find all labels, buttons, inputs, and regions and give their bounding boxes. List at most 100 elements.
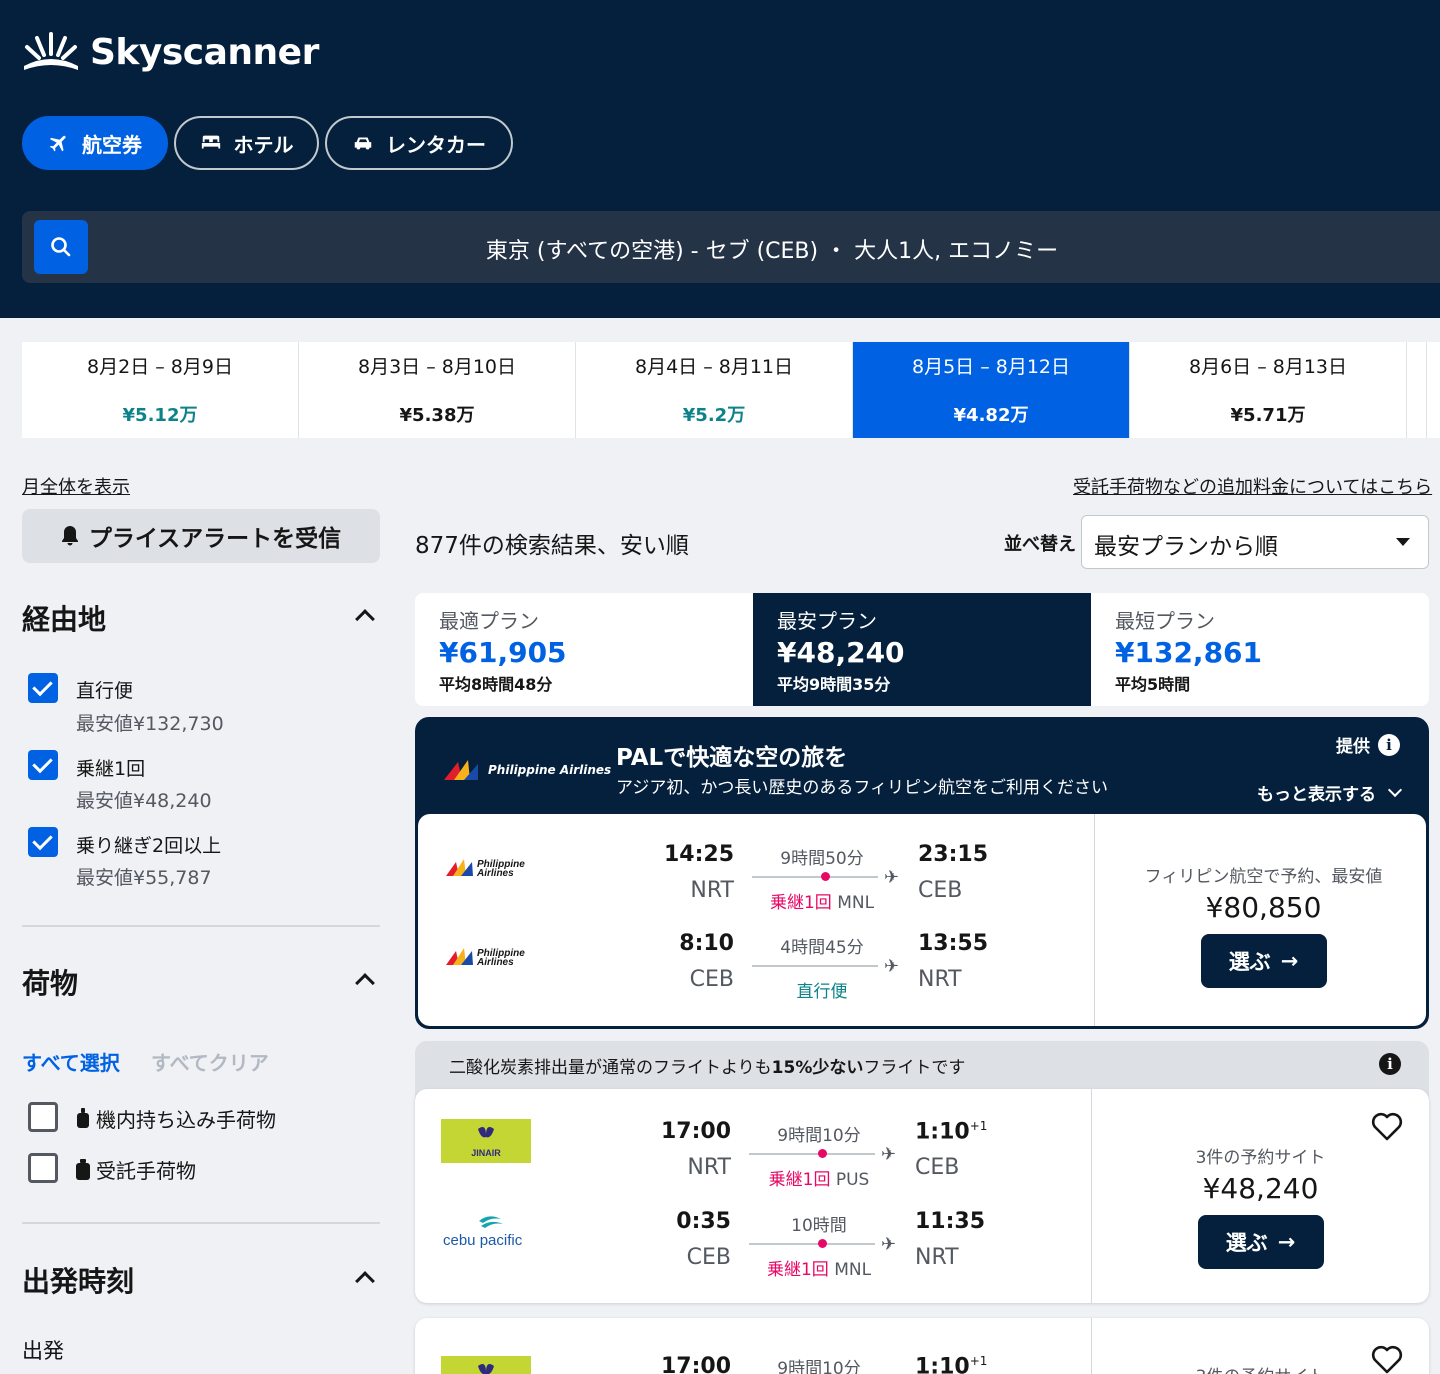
date-option[interactable]: 8月6日 – 8月13日 ¥5.71万 xyxy=(1130,342,1407,438)
arrival-time: 11:35 xyxy=(915,1209,985,1234)
arrival-airport: NRT xyxy=(918,967,962,992)
extra-fees-link[interactable]: 受託手荷物などの追加料金についてはこちら xyxy=(1073,473,1432,499)
date-option-partial[interactable] xyxy=(1407,342,1427,438)
chevron-up-icon[interactable] xyxy=(355,609,375,629)
arrival-time: 13:55 xyxy=(918,931,988,956)
deal-text: フィリピン航空で予約、最安値 xyxy=(1144,867,1383,887)
ad-show-more-label: もっと表示する xyxy=(1257,785,1376,805)
heart-icon[interactable] xyxy=(1371,1111,1403,1141)
arrival-airport: NRT xyxy=(915,1245,959,1270)
skyscanner-logo[interactable]: Skyscanner xyxy=(22,30,319,74)
flight-duration: 9時間50分 xyxy=(780,849,864,869)
checkbox-cabin-bag[interactable] xyxy=(28,1102,58,1132)
select-all-link[interactable]: すべて選択 xyxy=(22,1047,120,1076)
cabin-bag-icon xyxy=(77,1107,89,1128)
departure-time: 17:00 xyxy=(660,1119,731,1144)
heart-icon[interactable] xyxy=(1371,1344,1403,1374)
ad-airline-name: Philippine Airlines xyxy=(488,763,612,777)
checkbox-two-plus-stops[interactable] xyxy=(28,827,58,857)
airline-logo: Philippine Airlines xyxy=(444,854,534,882)
flight-result-card[interactable]: JINAIR 17:00 NRT 9時間10分 ✈ 乗継1回 PUS 1:10+… xyxy=(415,1089,1429,1303)
checked-bag-option: 受託手荷物 xyxy=(76,1155,196,1184)
stop-option-price: 最安値¥55,787 xyxy=(76,867,212,889)
tab-hotels[interactable]: ホテル xyxy=(174,116,319,170)
stop-option-label: 直行便 xyxy=(76,680,134,702)
departure-sub-label: 出発 xyxy=(22,1339,64,1363)
summary-price: ¥61,905 xyxy=(439,636,567,669)
checkbox-checked-bag[interactable] xyxy=(28,1153,58,1183)
flight-leg-return: Philippine Airlines 8:10 CEB 4時間45分 ✈ 直行… xyxy=(418,931,1094,1011)
jinair-logo xyxy=(441,1356,531,1374)
departure-time: 0:35 xyxy=(676,1209,731,1234)
chevron-up-icon[interactable] xyxy=(355,973,375,993)
eco-text-after: フライトです xyxy=(863,1058,966,1078)
svg-text:Airlines: Airlines xyxy=(476,957,514,967)
clear-all-link[interactable]: すべてクリア xyxy=(151,1047,269,1076)
route-line xyxy=(752,876,878,878)
stop-option-price: 最安値¥132,730 xyxy=(76,713,224,735)
flight-result-card[interactable]: 17:00 9時間10分 1:10+1 3件の予約サイト xyxy=(415,1318,1429,1374)
checkbox-one-stop[interactable] xyxy=(28,750,58,780)
select-button[interactable]: 選ぶ → xyxy=(1200,934,1327,988)
info-icon: i xyxy=(1378,733,1400,756)
date-range: 8月2日 – 8月9日 xyxy=(87,356,233,378)
price-column: 3件の予約サイト ¥48,240 選ぶ → xyxy=(1091,1089,1429,1303)
bell-icon xyxy=(61,526,78,546)
sidebar-divider xyxy=(22,1222,380,1224)
arrival-time-value: 11:35 xyxy=(915,1209,986,1234)
date-option[interactable]: 8月4日 – 8月11日 ¥5.2万 xyxy=(576,342,853,438)
tab-flights[interactable]: 航空券 xyxy=(22,116,168,170)
stop-airport: MNL xyxy=(834,1260,872,1280)
show-whole-month-link[interactable]: 月全体を表示 xyxy=(22,473,130,499)
tab-cheapest[interactable]: 最安プラン ¥48,240 平均9時間35分 xyxy=(753,593,1091,706)
date-option[interactable]: 8月2日 – 8月9日 ¥5.12万 xyxy=(22,342,299,438)
info-icon[interactable]: i xyxy=(1379,1053,1401,1075)
svg-text:cebu pacific: cebu pacific xyxy=(443,1232,523,1249)
date-range: 8月4日 – 8月11日 xyxy=(634,356,794,378)
sort-select[interactable]: 最安プランから順 xyxy=(1081,515,1429,569)
tab-car-hire[interactable]: レンタカー xyxy=(325,116,513,170)
stop-option-label: 乗継1回 xyxy=(76,758,146,780)
stops-info: 乗継1回 PUS xyxy=(749,1165,889,1190)
date-price: ¥4.82万 xyxy=(953,405,1029,426)
deal-price: ¥48,240 xyxy=(1202,1172,1319,1205)
stop-dot xyxy=(821,872,830,881)
flight-duration: 4時間45分 xyxy=(780,938,864,958)
summary-duration: 平均9時間35分 xyxy=(777,675,891,694)
ad-provided-label: 提供 xyxy=(1336,737,1370,757)
flight-leg-outbound: Philippine Airlines 14:25 NRT 9時間50分 ✈ 乗… xyxy=(418,842,1094,922)
arrival-time-value: 1:10 xyxy=(915,1119,970,1145)
arrival-airport: CEB xyxy=(918,878,963,903)
tab-hotels-label: ホテル xyxy=(233,132,294,157)
price-column: 3件の予約サイト xyxy=(1091,1318,1429,1374)
tab-best[interactable]: 最適プラン ¥61,905 平均8時間48分 xyxy=(415,593,753,706)
checkbox-direct[interactable] xyxy=(28,673,58,703)
ad-provided-by[interactable]: 提供 i xyxy=(1336,732,1400,757)
ad-show-more[interactable]: もっと表示する xyxy=(1257,780,1403,805)
departure-time: 8:10 xyxy=(679,931,734,956)
stop-option-label: 乗り継ぎ2回以上 xyxy=(76,835,222,857)
tab-flights-label: 航空券 xyxy=(82,132,142,157)
philippine-airlines-logo: Philippine Airlines xyxy=(444,758,611,782)
ad-subtitle: アジア初、かつ長い歴史のあるフィリピン航空をご利用ください xyxy=(616,778,1108,798)
deal-text: 3件の予約サイト xyxy=(1195,1148,1326,1168)
plane-icon: ✈ xyxy=(884,956,900,977)
flight-duration: 9時間10分 xyxy=(777,1359,861,1374)
date-option[interactable]: 8月3日 – 8月10日 ¥5.38万 xyxy=(299,342,576,438)
sort-summary-tabs: 最適プラン ¥61,905 平均8時間48分 最安プラン ¥48,240 平均9… xyxy=(415,593,1429,706)
route-line xyxy=(749,1153,875,1155)
date-option-selected[interactable]: 8月5日 – 8月12日 ¥4.82万 xyxy=(853,342,1130,438)
svg-text:Airlines: Airlines xyxy=(476,868,514,878)
chevron-up-icon[interactable] xyxy=(355,1271,375,1291)
date-range: 8月5日 – 8月12日 xyxy=(911,356,1071,378)
ad-flight-body[interactable]: Philippine Airlines 14:25 NRT 9時間50分 ✈ 乗… xyxy=(418,814,1426,1026)
arrival-time-value: 13:55 xyxy=(918,931,989,956)
select-button[interactable]: 選ぶ → xyxy=(1197,1215,1324,1269)
results-count: 877件の検索結果、安い順 xyxy=(415,533,689,559)
price-alert-button[interactable]: プライスアラートを受信 xyxy=(22,509,380,563)
stop-option-price: 最安値¥48,240 xyxy=(76,790,212,812)
tab-fastest[interactable]: 最短プラン ¥132,861 平均5時間 xyxy=(1091,593,1429,706)
arrow-right-icon: → xyxy=(1277,1230,1296,1254)
summary-label: 最適プラン xyxy=(439,609,539,633)
search-summary-bar[interactable]: 東京 (すべての空港) - セブ (CEB) ・ 大人1人, エコノミー xyxy=(22,211,1440,283)
